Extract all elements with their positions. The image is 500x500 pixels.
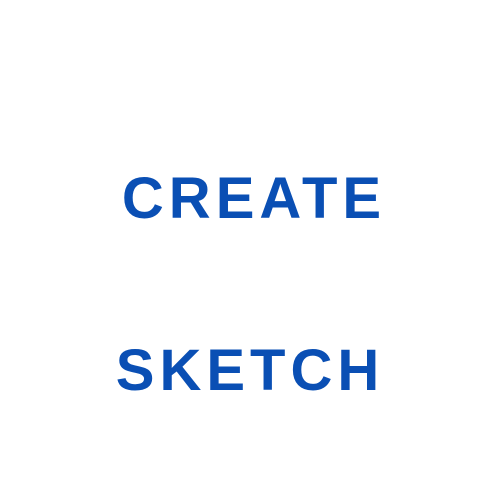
sketch-text: SKETCH <box>115 338 385 403</box>
create-text: CREATE <box>121 166 387 231</box>
